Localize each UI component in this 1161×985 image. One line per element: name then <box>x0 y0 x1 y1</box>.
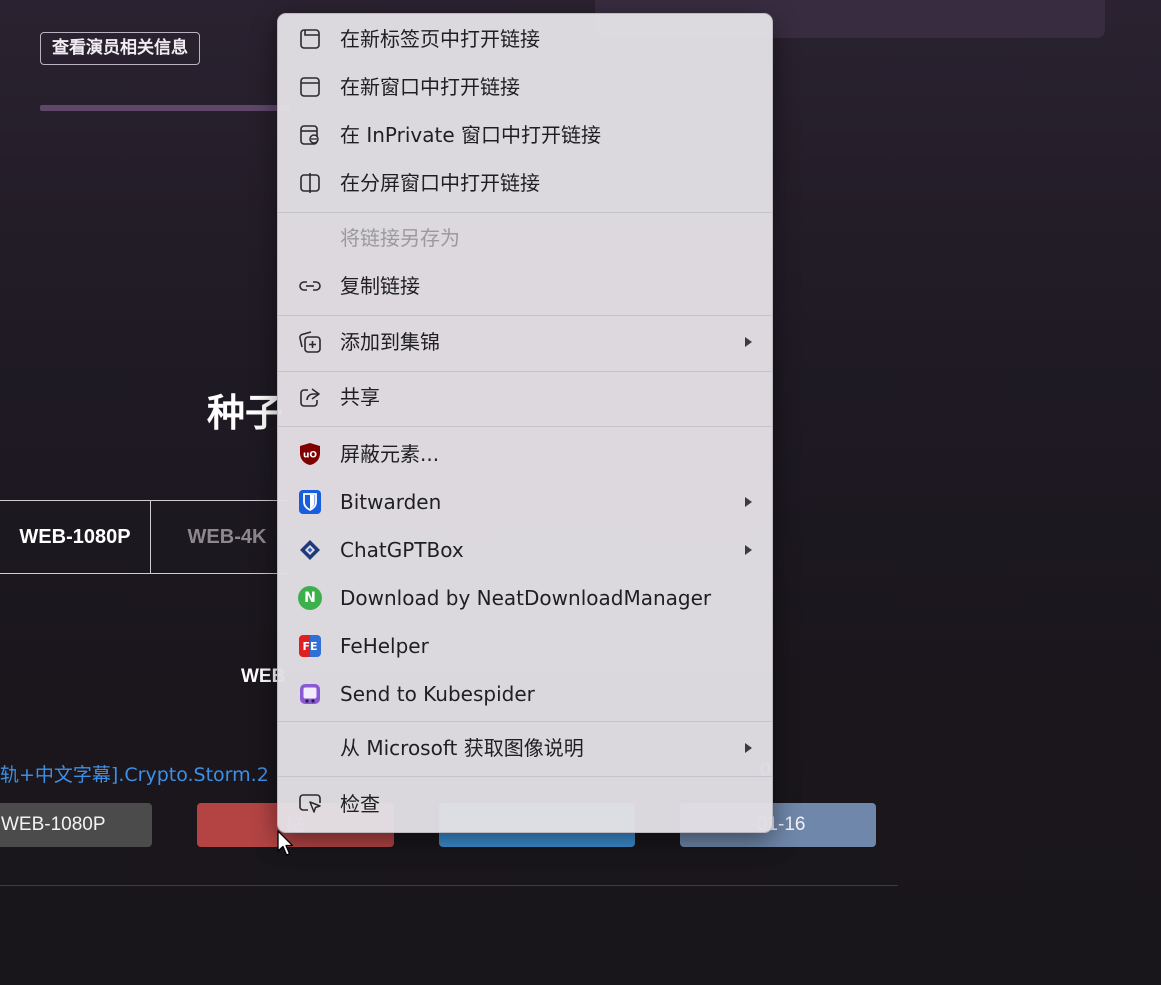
quality-badge: WEB-1080P <box>0 803 152 847</box>
menu-item-bitwarden[interactable]: Bitwarden <box>278 480 772 524</box>
menu-item-label: 屏蔽元素... <box>340 442 440 466</box>
submenu-arrow-icon <box>745 545 752 555</box>
neat-download-manager-icon: N <box>298 586 322 610</box>
share-icon <box>298 385 322 409</box>
menu-item-label: 在分屏窗口中打开链接 <box>340 171 540 195</box>
menu-item-open-split-screen[interactable]: 在分屏窗口中打开链接 <box>278 161 772 205</box>
menu-item-save-link-as: 将链接另存为 <box>278 216 772 260</box>
menu-item-label: 从 Microsoft 获取图像说明 <box>340 736 584 760</box>
inprivate-window-icon <box>298 123 322 147</box>
menu-item-neat-download[interactable]: N Download by NeatDownloadManager <box>278 576 772 620</box>
new-tab-icon <box>298 27 322 51</box>
menu-item-open-new-window[interactable]: 在新窗口中打开链接 <box>278 65 772 109</box>
menu-separator <box>278 721 772 722</box>
submenu-arrow-icon <box>745 743 752 753</box>
menu-separator <box>278 776 772 777</box>
menu-item-label: 在 InPrivate 窗口中打开链接 <box>340 123 602 147</box>
menu-item-open-inprivate[interactable]: 在 InPrivate 窗口中打开链接 <box>278 113 772 157</box>
menu-item-kubespider[interactable]: Send to Kubespider <box>278 672 772 716</box>
actor-info-button[interactable]: 查看演员相关信息 <box>40 32 200 65</box>
menu-item-chatgptbox[interactable]: ChatGPTBox <box>278 528 772 572</box>
menu-separator <box>278 371 772 372</box>
menu-separator <box>278 426 772 427</box>
menu-separator <box>278 315 772 316</box>
menu-item-image-description[interactable]: 从 Microsoft 获取图像说明 <box>278 726 772 770</box>
section-title: 种子 <box>207 391 284 435</box>
menu-item-label: Bitwarden <box>340 490 442 514</box>
chatgptbox-icon <box>298 538 322 562</box>
menu-item-label: Send to Kubespider <box>340 682 535 706</box>
svg-text:uO: uO <box>303 451 317 461</box>
divider <box>0 885 898 886</box>
menu-item-add-to-collections[interactable]: 添加到集锦 <box>278 320 772 364</box>
submenu-arrow-icon <box>745 497 752 507</box>
menu-item-label: 复制链接 <box>340 274 420 298</box>
split-screen-icon <box>298 171 322 195</box>
menu-item-label: Download by NeatDownloadManager <box>340 586 712 610</box>
menu-item-label: 在新窗口中打开链接 <box>340 75 520 99</box>
menu-item-label: FeHelper <box>340 634 429 658</box>
menu-item-label: ChatGPTBox <box>340 538 464 562</box>
kubespider-icon <box>298 682 322 706</box>
menu-item-inspect[interactable]: 检查 <box>278 782 772 826</box>
menu-item-label: 检查 <box>340 792 380 816</box>
fehelper-icon: FE <box>298 634 322 658</box>
quality-tabs: WEB-1080P WEB-4K <box>0 500 290 574</box>
ublock-origin-icon: uO <box>298 442 322 466</box>
menu-item-share[interactable]: 共享 <box>278 375 772 419</box>
menu-item-label: 添加到集锦 <box>340 330 440 354</box>
menu-item-copy-link[interactable]: 复制链接 <box>278 264 772 308</box>
menu-item-fehelper[interactable]: FE FeHelper <box>278 624 772 668</box>
file-link[interactable]: 轨+中文字幕].Crypto.Storm.2 <box>0 760 269 787</box>
menu-item-label: 将链接另存为 <box>340 226 460 250</box>
menu-item-label: 在新标签页中打开链接 <box>340 27 540 51</box>
menu-item-open-new-tab[interactable]: 在新标签页中打开链接 <box>278 17 772 61</box>
tab-web-1080p[interactable]: WEB-1080P <box>0 501 151 573</box>
bitwarden-icon <box>298 490 322 514</box>
mouse-cursor-icon <box>277 830 294 856</box>
menu-item-label: 共享 <box>340 385 380 409</box>
menu-item-block-element[interactable]: uO 屏蔽元素... <box>278 432 772 476</box>
new-window-icon <box>298 75 322 99</box>
inspect-icon <box>298 792 322 816</box>
link-icon <box>298 274 322 298</box>
context-menu: 在新标签页中打开链接 在新窗口中打开链接 在 InPrivate 窗口中打开链接… <box>277 13 773 833</box>
submenu-arrow-icon <box>745 337 752 347</box>
menu-separator <box>278 212 772 213</box>
progress-line <box>40 105 290 111</box>
collections-add-icon <box>298 330 322 354</box>
